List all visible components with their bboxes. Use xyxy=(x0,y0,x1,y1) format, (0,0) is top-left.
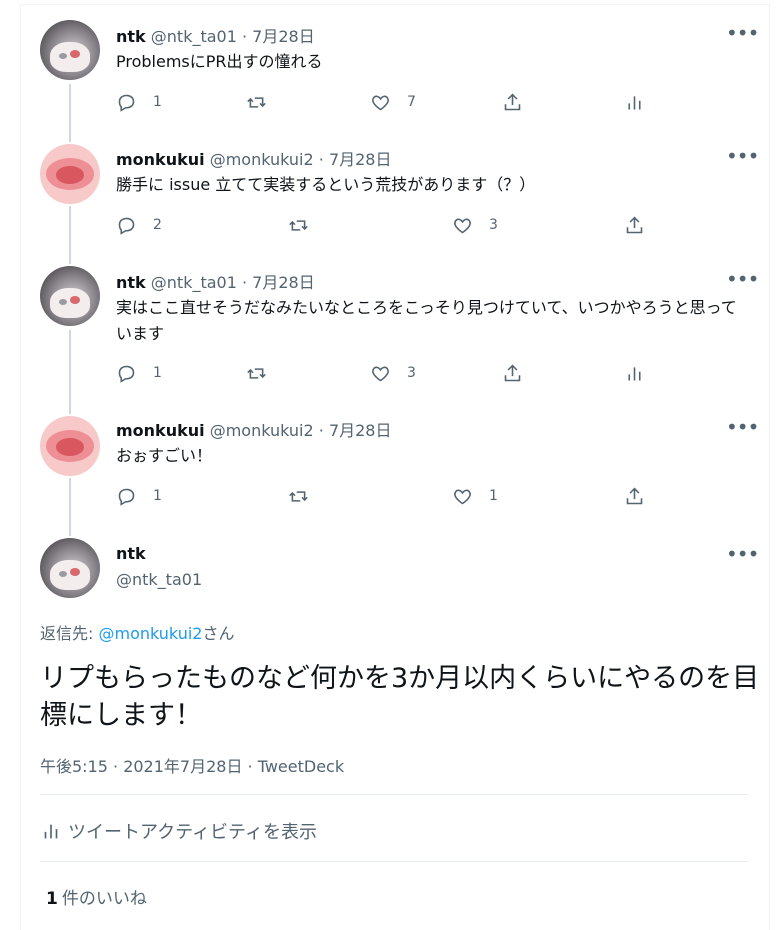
like-count: 7 xyxy=(407,94,416,110)
retweet-icon xyxy=(247,367,266,379)
more-icon[interactable]: ••• xyxy=(726,23,759,43)
author-handle[interactable]: @ntk_ta01 xyxy=(151,27,237,46)
reply-to: 返信先: @monkukui2さん xyxy=(40,620,234,644)
avatar[interactable] xyxy=(40,266,100,326)
tweet-text: おぉすごい！ xyxy=(116,446,213,465)
share-icon xyxy=(626,487,643,504)
analytics-icon xyxy=(628,366,641,380)
like-button[interactable]: 7 xyxy=(370,90,416,114)
thread-line xyxy=(69,84,71,142)
reply-button[interactable]: 1 xyxy=(116,484,162,508)
share-icon xyxy=(504,364,521,381)
tweet-header: ntk @ntk_ta01 · 7月28日 xyxy=(116,269,315,293)
share-icon xyxy=(504,93,521,110)
analytics-button[interactable] xyxy=(624,90,645,114)
avatar[interactable] xyxy=(40,20,100,80)
tweet-date[interactable]: · 7月28日 xyxy=(319,150,392,169)
author-name[interactable]: ntk xyxy=(116,27,146,46)
retweet-icon xyxy=(289,490,308,502)
like-icon xyxy=(372,95,389,110)
reply-to-prefix: 返信先: xyxy=(40,624,99,643)
author-name[interactable]: ntk xyxy=(116,273,146,292)
likes-summary[interactable]: 1 件のいいね xyxy=(46,884,147,909)
main-author-handle[interactable]: @ntk_ta01 xyxy=(116,570,202,589)
main-avatar[interactable] xyxy=(40,538,100,598)
retweet-button[interactable] xyxy=(246,361,267,385)
like-icon xyxy=(454,489,471,504)
reply-button[interactable]: 1 xyxy=(116,361,162,385)
like-button[interactable]: 1 xyxy=(452,484,498,508)
reply-to-handle[interactable]: @monkukui2 xyxy=(98,624,202,643)
tweet-actions: 2 3 xyxy=(116,213,716,237)
more-icon[interactable]: ••• xyxy=(726,417,759,437)
more-icon[interactable]: ••• xyxy=(726,269,759,289)
tweet-text: ProblemsにPR出すの憧れる xyxy=(116,52,323,71)
like-count: 1 xyxy=(489,488,498,504)
likes-count: 1 xyxy=(46,889,58,909)
share-button[interactable] xyxy=(502,361,523,385)
analytics-icon xyxy=(44,824,58,839)
reply-icon xyxy=(118,365,135,383)
reply-icon xyxy=(118,217,135,235)
likes-label: 件のいいね xyxy=(61,889,147,909)
thread-line xyxy=(69,206,71,264)
like-button[interactable]: 3 xyxy=(370,361,416,385)
like-icon xyxy=(454,218,471,233)
thread-line xyxy=(69,330,71,414)
author-name[interactable]: ntk xyxy=(116,544,146,563)
view-activity-link[interactable]: ツイートアクティビティを表示 xyxy=(40,818,317,844)
reply-button[interactable]: 1 xyxy=(116,90,162,114)
retweet-button[interactable] xyxy=(246,90,267,114)
analytics-button[interactable] xyxy=(624,361,645,385)
share-button[interactable] xyxy=(624,484,645,508)
tweet-header: ntk @ntk_ta01 · 7月28日 xyxy=(116,23,315,47)
reply-button[interactable]: 2 xyxy=(116,213,162,237)
reply-icon xyxy=(118,94,135,112)
like-count: 3 xyxy=(407,365,416,381)
tweet-date[interactable]: · 7月28日 xyxy=(319,421,392,440)
tweet-actions: 1 7 xyxy=(116,90,716,114)
retweet-button[interactable] xyxy=(288,484,309,508)
reply-count: 1 xyxy=(153,94,162,110)
share-button[interactable] xyxy=(624,213,645,237)
reply-count: 2 xyxy=(153,217,162,233)
tweet-actions: 1 1 xyxy=(116,484,716,508)
more-icon[interactable]: ••• xyxy=(726,146,759,166)
author-handle[interactable]: @ntk_ta01 xyxy=(151,273,237,292)
divider xyxy=(40,794,748,795)
main-tweet-text: リプもらったものなど何かを3か月以内くらいにやるのを目標にします！ xyxy=(40,663,760,731)
more-icon[interactable]: ••• xyxy=(726,544,759,564)
author-name[interactable]: monkukui xyxy=(116,421,205,440)
retweet-button[interactable] xyxy=(288,213,309,237)
tweet-header: monkukui @monkukui2 · 7月28日 xyxy=(116,146,391,170)
reply-count: 1 xyxy=(153,365,162,381)
share-button[interactable] xyxy=(502,90,523,114)
like-button[interactable]: 3 xyxy=(452,213,498,237)
reply-to-suffix: さん xyxy=(202,624,235,643)
tweet-timestamp[interactable]: 午後5:15 · 2021年7月28日 · TweetDeck xyxy=(40,753,344,777)
view-activity-label: ツイートアクティビティを表示 xyxy=(68,822,317,843)
divider xyxy=(40,861,748,862)
author-handle[interactable]: @monkukui2 xyxy=(210,421,314,440)
avatar[interactable] xyxy=(40,416,100,476)
avatar[interactable] xyxy=(40,144,100,204)
retweet-icon xyxy=(289,219,308,231)
like-icon xyxy=(372,366,389,381)
tweet-text: 実はここ直せそうだなみたいなところをこっそり見つけていて、いつかやろうと思ってい… xyxy=(116,298,737,343)
reply-count: 1 xyxy=(153,488,162,504)
tweet-actions: 1 3 xyxy=(116,361,716,385)
main-author-name[interactable]: ntk xyxy=(116,544,146,563)
author-handle[interactable]: @monkukui2 xyxy=(210,150,314,169)
tweet-header: monkukui @monkukui2 · 7月28日 xyxy=(116,417,391,441)
tweet-text: 勝手に issue 立てて実装するという荒技があります（？） xyxy=(116,175,536,194)
share-icon xyxy=(626,216,643,233)
analytics-icon xyxy=(628,95,641,109)
thread-line xyxy=(69,478,71,536)
tweet-date[interactable]: · 7月28日 xyxy=(242,273,315,292)
author-name[interactable]: monkukui xyxy=(116,150,205,169)
retweet-icon xyxy=(247,96,266,108)
like-count: 3 xyxy=(489,217,498,233)
reply-icon xyxy=(118,488,135,506)
tweet-date[interactable]: · 7月28日 xyxy=(242,27,315,46)
